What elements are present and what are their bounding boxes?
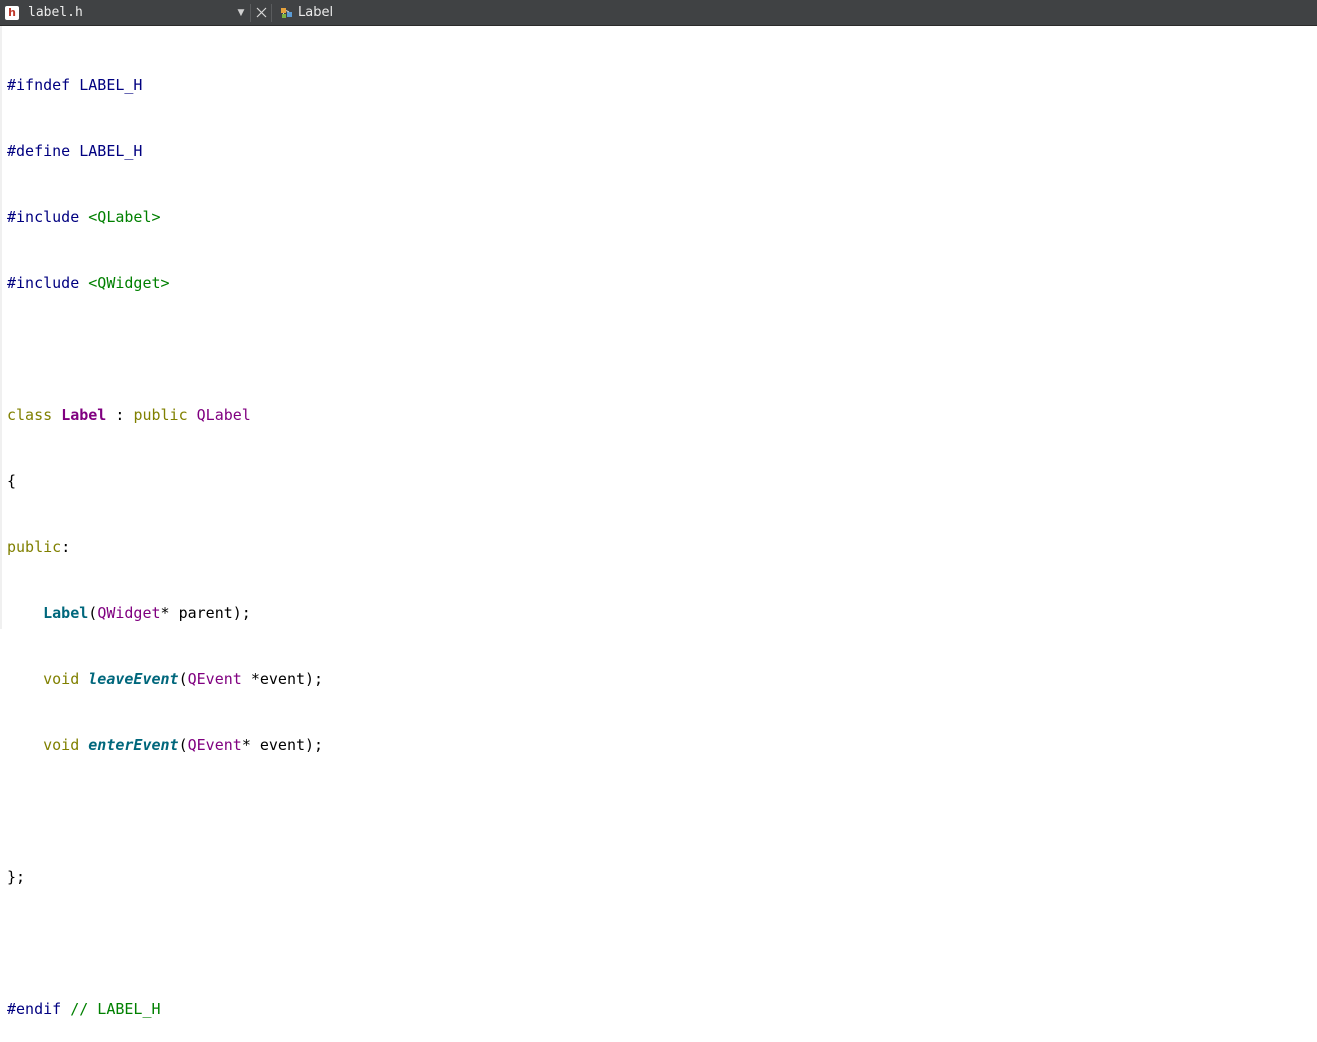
toolbar-divider — [250, 3, 251, 22]
code-editor[interactable]: #ifndef LABEL_H #define LABEL_H #include… — [7, 30, 323, 1042]
code-text: * parent); — [160, 604, 251, 622]
keyword: public — [7, 538, 62, 556]
code-line: Label(QWidget* parent); — [7, 602, 323, 624]
type-name: QEvent — [187, 736, 242, 754]
code-text: ( — [178, 670, 188, 688]
keyword: public — [133, 406, 188, 424]
virtual-function-name: leaveEvent — [88, 670, 179, 688]
document-selector[interactable]: label.h — [28, 5, 228, 20]
code-text: : — [61, 538, 71, 556]
code-text: ( — [88, 604, 98, 622]
type-name: QLabel — [196, 406, 251, 424]
file-icon-letter: h — [8, 5, 16, 19]
comment: // LABEL_H — [61, 1000, 161, 1018]
code-line: void leaveEvent(QEvent *event); — [7, 668, 323, 690]
header-file-icon: h — [5, 5, 19, 20]
code-line: { — [7, 470, 323, 492]
preprocessor-directive: #define LABEL_H — [7, 142, 143, 160]
code-line: #define LABEL_H — [7, 140, 323, 162]
keyword: class — [7, 406, 53, 424]
code-line: #ifndef LABEL_H — [7, 74, 323, 96]
symbol-selector[interactable]: Label — [298, 5, 333, 20]
code-line: #endif // LABEL_H — [7, 998, 323, 1020]
constructor-name: Label — [43, 604, 89, 622]
editor-toolbar: h label.h ▼ Label — [0, 0, 1317, 26]
keyword: void — [43, 736, 80, 754]
type-name: QWidget — [97, 604, 161, 622]
code-text: : — [106, 406, 134, 424]
code-text: }; — [7, 868, 26, 886]
class-symbol-icon — [280, 6, 294, 20]
chevron-down-icon[interactable]: ▼ — [234, 8, 248, 18]
code-line: }; — [7, 866, 323, 888]
preprocessor-directive: #include — [7, 208, 89, 226]
code-line: #include <QWidget> — [7, 272, 323, 294]
code-text: ( — [178, 736, 188, 754]
code-line: #include <QLabel> — [7, 206, 323, 228]
type-name: QEvent — [187, 670, 242, 688]
close-icon[interactable] — [253, 7, 269, 18]
code-text: *event); — [241, 670, 324, 688]
code-text: { — [7, 472, 17, 490]
include-path: <QLabel> — [88, 208, 161, 226]
code-line: void enterEvent(QEvent* event); — [7, 734, 323, 756]
toolbar-divider — [271, 3, 272, 22]
include-path: <QWidget> — [88, 274, 170, 292]
virtual-function-name: enterEvent — [88, 736, 179, 754]
preprocessor-directive: #include — [7, 274, 89, 292]
class-name: Label — [61, 406, 107, 424]
keyword: void — [43, 670, 80, 688]
preprocessor-directive: #endif — [7, 1000, 62, 1018]
preprocessor-directive: #ifndef LABEL_H — [7, 76, 143, 94]
code-line: class Label : public QLabel — [7, 404, 323, 426]
code-text: * event); — [241, 736, 324, 754]
editor-left-margin — [0, 26, 2, 629]
code-line: public: — [7, 536, 323, 558]
